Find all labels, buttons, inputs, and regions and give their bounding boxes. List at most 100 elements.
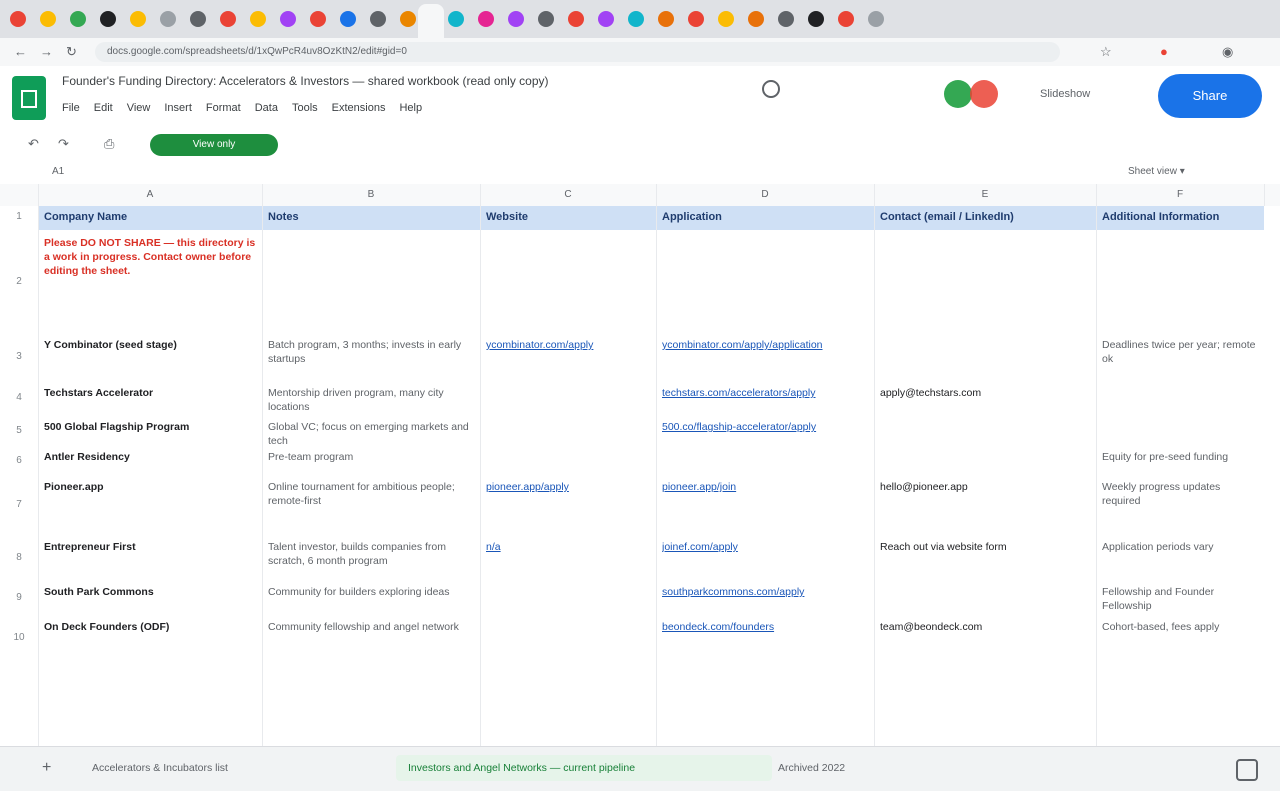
menu-item[interactable]: Tools — [292, 102, 318, 114]
sheet-view-dropdown[interactable]: Sheet view ▾ — [1128, 166, 1185, 177]
browser-tab-favicon-icon[interactable] — [478, 11, 494, 27]
cell-d[interactable]: pioneer.app/join — [662, 480, 868, 494]
explore-icon[interactable] — [1236, 759, 1258, 781]
cell-b[interactable]: Global VC; focus on emerging markets and… — [268, 420, 474, 444]
cell-b[interactable]: Online tournament for ambitious people; … — [268, 480, 474, 508]
cell-c[interactable]: n/a — [486, 540, 650, 554]
cell-d[interactable]: 500.co/flagship-accelerator/apply — [662, 420, 868, 434]
column-header-f[interactable]: F — [1096, 184, 1265, 206]
cell-f[interactable]: Equity for pre-seed funding — [1102, 450, 1258, 464]
cell-b[interactable]: Talent investor, builds companies from s… — [268, 540, 474, 568]
menu-item[interactable]: File — [62, 102, 80, 114]
sheet-tab[interactable]: Investors and Angel Networks — current p… — [396, 755, 772, 781]
profile-icon[interactable]: ◉ — [1222, 44, 1233, 60]
cell-b[interactable]: Community fellowship and angel network — [268, 620, 474, 634]
row-number[interactable]: 6 — [0, 455, 38, 466]
print-icon[interactable]: ⎙ — [104, 136, 114, 152]
browser-tab-favicon-icon[interactable] — [538, 11, 554, 27]
browser-tab-favicon-icon[interactable] — [400, 11, 416, 27]
row-number[interactable]: 9 — [0, 592, 38, 603]
url-input[interactable]: docs.google.com/spreadsheets/d/1xQwPcR4u… — [95, 42, 1060, 62]
cell-c[interactable]: ycombinator.com/apply — [486, 338, 650, 352]
cell-f[interactable]: Cohort-based, fees apply — [1102, 620, 1258, 634]
browser-tab-favicon-icon[interactable] — [190, 11, 206, 27]
add-sheet-button[interactable]: + — [42, 759, 51, 777]
cell-f[interactable]: Deadlines twice per year; remote ok — [1102, 338, 1258, 366]
row-number[interactable]: 8 — [0, 552, 38, 563]
column-header-c[interactable]: C — [480, 184, 657, 206]
menu-item[interactable]: Help — [399, 102, 422, 114]
menu-item[interactable]: Insert — [164, 102, 192, 114]
browser-tab-favicon-icon[interactable] — [658, 11, 674, 27]
browser-tab-favicon-icon[interactable] — [100, 11, 116, 27]
avatar[interactable] — [970, 80, 998, 108]
browser-tab-favicon-icon[interactable] — [130, 11, 146, 27]
row-number[interactable]: 5 — [0, 425, 38, 436]
cell-e[interactable]: apply@techstars.com — [880, 386, 1090, 400]
document-title[interactable]: Founder's Funding Directory: Accelerator… — [62, 74, 722, 88]
browser-tab-favicon-icon[interactable] — [508, 11, 524, 27]
active-browser-tab[interactable] — [418, 4, 444, 38]
reload-icon[interactable]: ↻ — [66, 44, 77, 60]
header-cell[interactable]: Additional Information — [1102, 211, 1260, 223]
browser-tab-favicon-icon[interactable] — [688, 11, 704, 27]
browser-tab-favicon-icon[interactable] — [220, 11, 236, 27]
cell-a[interactable]: Techstars Accelerator — [44, 386, 256, 400]
cell-e[interactable]: Reach out via website form — [880, 540, 1090, 554]
cell-a[interactable]: Antler Residency — [44, 450, 256, 464]
row-number[interactable]: 4 — [0, 392, 38, 403]
undo-icon[interactable]: ↶ — [28, 136, 39, 152]
cell-b[interactable]: Batch program, 3 months; invests in earl… — [268, 338, 474, 366]
header-cell[interactable]: Notes — [268, 211, 476, 223]
browser-tab-favicon-icon[interactable] — [70, 11, 86, 27]
cell-a[interactable]: On Deck Founders (ODF) — [44, 620, 256, 634]
browser-tab-favicon-icon[interactable] — [868, 11, 884, 27]
view-mode-chip[interactable]: View only — [150, 134, 278, 156]
menu-item[interactable]: Edit — [94, 102, 113, 114]
forward-icon[interactable]: → — [40, 44, 53, 59]
cell-a[interactable]: Entrepreneur First — [44, 540, 256, 554]
cell-d[interactable]: ycombinator.com/apply/application — [662, 338, 868, 352]
row-number[interactable]: 2 — [0, 276, 38, 287]
row-number[interactable]: 10 — [0, 632, 38, 643]
browser-tab-favicon-icon[interactable] — [250, 11, 266, 27]
back-icon[interactable]: ← — [14, 44, 27, 59]
cell-a[interactable]: Y Combinator (seed stage) — [44, 338, 256, 352]
menu-item[interactable]: View — [127, 102, 151, 114]
menu-item[interactable]: Extensions — [332, 102, 386, 114]
cell-a[interactable]: 500 Global Flagship Program — [44, 420, 256, 434]
cell-d[interactable]: beondeck.com/founders — [662, 620, 868, 634]
spreadsheet-grid[interactable]: Company Name Notes Website Application Conta… — [0, 206, 1280, 746]
cell-a[interactable]: Please DO NOT SHARE — this directory is … — [44, 236, 256, 278]
avatar[interactable] — [944, 80, 972, 108]
browser-tab-favicon-icon[interactable] — [808, 11, 824, 27]
cell-b[interactable]: Community for builders exploring ideas — [268, 585, 474, 599]
browser-tab-favicon-icon[interactable] — [778, 11, 794, 27]
browser-tab-favicon-icon[interactable] — [838, 11, 854, 27]
cell-b[interactable]: Pre-team program — [268, 450, 474, 464]
menu-item[interactable]: Format — [206, 102, 241, 114]
cell-f[interactable]: Application periods vary — [1102, 540, 1258, 554]
sheet-tab[interactable]: Accelerators & Incubators list — [80, 755, 394, 781]
row-number[interactable]: 1 — [0, 211, 38, 222]
browser-tab-favicon-icon[interactable] — [310, 11, 326, 27]
browser-tab-favicon-icon[interactable] — [160, 11, 176, 27]
sheet-tab[interactable]: Archived 2022 — [766, 755, 910, 781]
browser-tab-favicon-icon[interactable] — [448, 11, 464, 27]
cell-c[interactable]: pioneer.app/apply — [486, 480, 650, 494]
cell-d[interactable]: southparkcommons.com/apply — [662, 585, 868, 599]
cell-d[interactable]: techstars.com/accelerators/apply — [662, 386, 868, 400]
column-header-b[interactable]: B — [262, 184, 481, 206]
cell-d[interactable]: joinef.com/apply — [662, 540, 868, 554]
extension-icon[interactable]: ● — [1160, 44, 1168, 59]
browser-tab-favicon-icon[interactable] — [370, 11, 386, 27]
browser-tab-favicon-icon[interactable] — [748, 11, 764, 27]
column-header-d[interactable]: D — [656, 184, 875, 206]
redo-icon[interactable]: ↷ — [58, 136, 69, 152]
cell-a[interactable]: Pioneer.app — [44, 480, 256, 494]
sheets-logo-icon[interactable] — [12, 76, 46, 120]
browser-tab-favicon-icon[interactable] — [598, 11, 614, 27]
browser-tab-favicon-icon[interactable] — [718, 11, 734, 27]
column-header-e[interactable]: E — [874, 184, 1097, 206]
header-cell[interactable]: Contact (email / LinkedIn) — [880, 211, 1092, 223]
